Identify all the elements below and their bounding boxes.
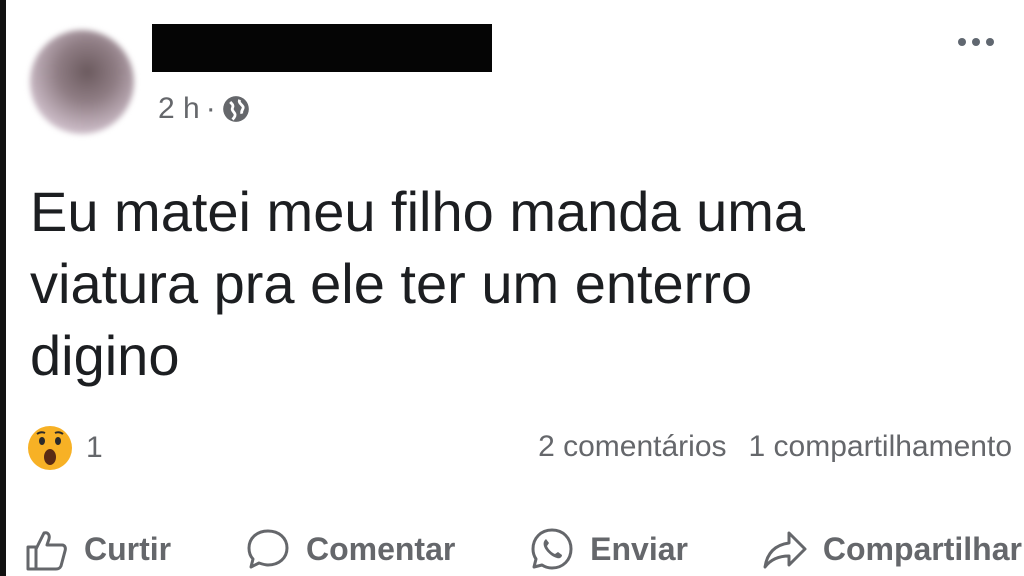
action-bar: Curtir Comentar Enviar Compartilhar [22, 522, 1022, 576]
more-options-icon[interactable] [958, 38, 994, 46]
left-edge-border [0, 0, 6, 576]
reactions-summary[interactable]: 1 [26, 424, 103, 472]
reaction-count: 1 [86, 431, 103, 464]
like-button[interactable]: Curtir [22, 525, 171, 573]
comment-label: Comentar [305, 530, 456, 567]
post-stats: 2 comentários 1 compartilhamento [538, 430, 1012, 464]
whatsapp-icon [531, 528, 573, 570]
globe-icon [222, 96, 249, 122]
share-button[interactable]: Compartilhar [761, 525, 1022, 573]
avatar[interactable] [30, 30, 134, 134]
send-label: Enviar [590, 530, 688, 567]
comment-button[interactable]: Comentar [244, 525, 455, 573]
post-time[interactable]: 2 h [158, 92, 200, 126]
author-name-redacted[interactable] [152, 24, 492, 72]
share-label: Compartilhar [822, 530, 1022, 567]
wow-reaction-icon [28, 426, 72, 470]
meta-separator: · [205, 92, 216, 125]
post-text: Eu matei meu filho manda uma viatura pra… [30, 180, 806, 387]
send-button[interactable]: Enviar [528, 525, 688, 573]
comments-count-link[interactable]: 2 comentários [538, 430, 726, 464]
share-arrow-icon [763, 531, 807, 569]
thumbs-up-icon [26, 531, 67, 571]
shares-count-link[interactable]: 1 compartilhamento [749, 430, 1012, 464]
post-meta: 2 h · [158, 92, 250, 126]
comment-bubble-icon [247, 529, 289, 569]
like-label: Curtir [84, 530, 172, 567]
